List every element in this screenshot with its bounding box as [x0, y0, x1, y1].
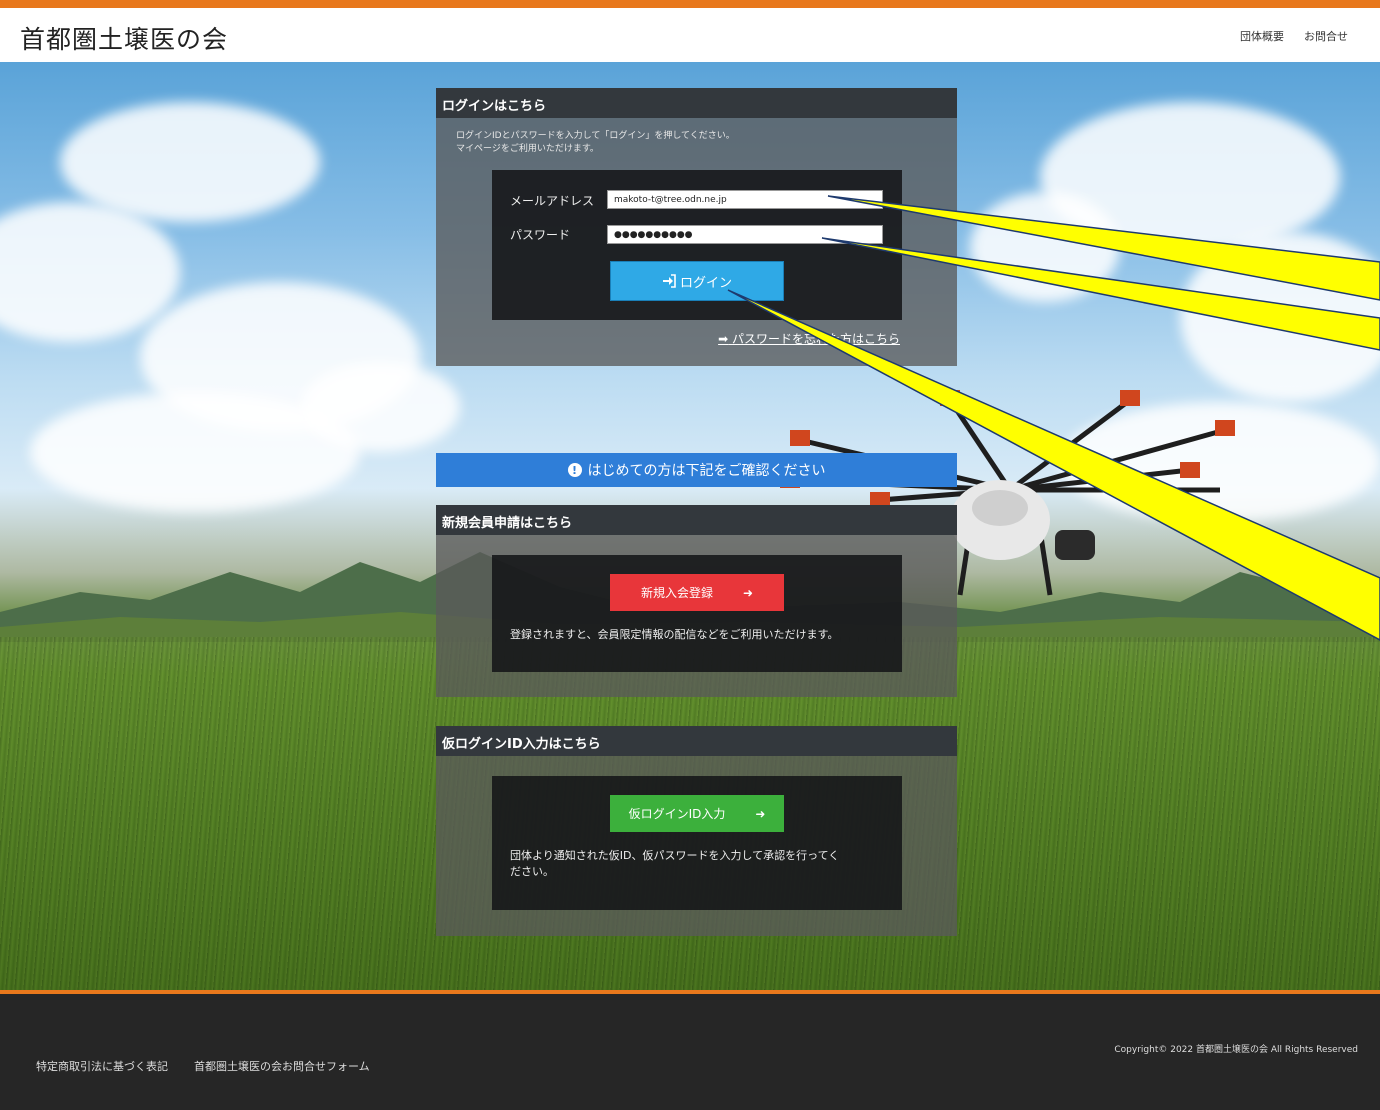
register-description: 登録されますと、会員限定情報の配信などをご利用いただけます。	[510, 628, 839, 641]
temp-login-panel: 仮ログインID入力はこちら 仮ログインID入力 ➜ 団体より通知された仮ID、仮…	[436, 726, 957, 936]
site-header: 首都圏土壌医の会 団体概要 お問合せ	[0, 8, 1380, 62]
login-button-label: ログイン	[679, 275, 732, 291]
temp-login-description: 団体より通知された仮ID、仮パスワードを入力して承認を行ってく ださい。	[510, 849, 840, 878]
cloud	[970, 192, 1120, 302]
arrow-right-icon: ➜	[742, 585, 754, 600]
email-label: メールアドレス	[510, 194, 595, 208]
register-button-label: 新規入会登録	[640, 586, 713, 600]
cloud	[0, 202, 180, 342]
nav-about[interactable]: 団体概要	[1240, 28, 1284, 44]
cloud	[300, 362, 460, 452]
register-panel: 新規会員申請はこちら 新規入会登録 ➜ 登録されますと、会員限定情報の配信などを…	[436, 505, 957, 697]
temp-login-heading: 仮ログインID入力はこちら	[436, 726, 957, 756]
password-label: パスワード	[510, 228, 571, 242]
footer-link-contact-form[interactable]: 首都圏土壌医の会お問合せフォーム	[194, 1058, 370, 1074]
first-time-notice: ! はじめての方は下記をご確認ください	[436, 453, 957, 487]
login-form-box: メールアドレス パスワード ログイン	[492, 170, 902, 320]
register-heading: 新規会員申請はこちら	[436, 505, 957, 535]
email-input[interactable]	[607, 190, 883, 209]
site-title[interactable]: 首都圏土壌医の会	[20, 20, 228, 56]
copyright: Copyright© 2022 首都圏土壌医の会 All Rights Rese…	[1114, 1045, 1358, 1055]
temp-login-button[interactable]: 仮ログインID入力 ➜	[610, 795, 784, 832]
nav-contact[interactable]: お問合せ	[1304, 28, 1348, 44]
login-icon	[662, 274, 676, 288]
temp-login-button-label: 仮ログインID入力	[628, 807, 726, 821]
login-panel: ログインはこちら ログインIDとパスワードを入力して「ログイン」を押してください…	[436, 88, 957, 366]
login-heading: ログインはこちら	[436, 88, 957, 118]
password-input[interactable]	[607, 225, 883, 244]
arrow-right-icon: ➜	[755, 806, 766, 821]
arrow-right-icon: ➡	[718, 332, 729, 346]
cloud	[1180, 232, 1380, 402]
register-button[interactable]: 新規入会登録 ➜	[610, 574, 784, 611]
register-box: 新規入会登録 ➜ 登録されますと、会員限定情報の配信などをご利用いただけます。	[492, 555, 902, 672]
forgot-password-link[interactable]: ➡ パスワードを忘れた方はこちら	[718, 330, 900, 347]
header-nav: 団体概要 お問合せ	[1240, 28, 1348, 44]
info-icon: !	[567, 463, 582, 477]
top-accent-bar	[0, 0, 1380, 8]
login-button[interactable]: ログイン	[610, 261, 784, 301]
notice-text: はじめての方は下記をご確認ください	[587, 463, 826, 479]
site-footer: 特定商取引法に基づく表記 首都圏土壌医の会お問合せフォーム Copyright©…	[0, 990, 1380, 1110]
login-description: ログインIDとパスワードを入力して「ログイン」を押してください。 マイページをご…	[456, 131, 735, 154]
temp-login-box: 仮ログインID入力 ➜ 団体より通知された仮ID、仮パスワードを入力して承認を行…	[492, 776, 902, 910]
footer-link-legal[interactable]: 特定商取引法に基づく表記	[36, 1058, 168, 1074]
footer-links: 特定商取引法に基づく表記 首都圏土壌医の会お問合せフォーム	[36, 1058, 370, 1074]
